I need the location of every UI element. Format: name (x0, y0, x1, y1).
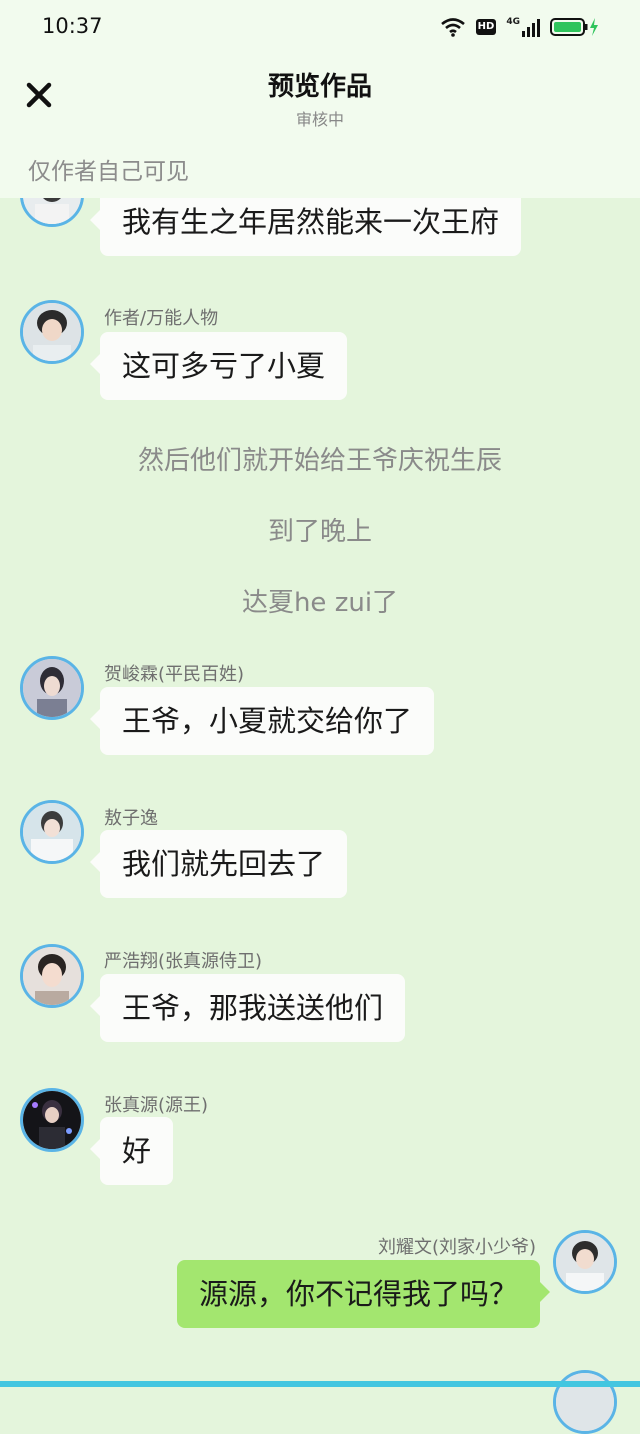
status-icons: HD 4G (440, 16, 600, 38)
avatar[interactable] (20, 1088, 84, 1152)
hd-icon: HD (475, 19, 497, 35)
bottom-progress-bar (0, 1381, 640, 1387)
chat-bubble: 这可多亏了小夏 (89, 332, 348, 400)
visibility-note: 仅作者自己可见 (28, 159, 189, 185)
chat-bubble: 我有生之年居然能来一次王府 (89, 188, 522, 256)
wifi-icon (440, 18, 465, 37)
chat-feed: 我有生之年居然能来一次王府 作者/万能人物 这可多亏了小夏 然后他们就开始给王爷… (0, 0, 640, 1434)
sender-name: 严浩翔(张真源侍卫) (104, 951, 263, 972)
chat-bubble: 源源，你不记得我了吗？ (176, 1260, 551, 1328)
chat-bubble: 王爷，那我送送他们 (89, 974, 406, 1042)
sender-name: 贺峻霖(平民百姓) (104, 664, 245, 685)
avatar[interactable] (20, 944, 84, 1008)
status-time: 10:37 (42, 14, 103, 38)
page-title: 预览作品 (267, 72, 372, 102)
sender-name: 敖子逸 (104, 808, 158, 829)
signal-icon: 4G (506, 17, 540, 37)
chat-bubble: 我们就先回去了 (89, 830, 348, 898)
avatar[interactable] (20, 300, 84, 364)
chat-bubble: 王爷，小夏就交给你了 (89, 687, 435, 755)
avatar[interactable] (20, 800, 84, 864)
avatar[interactable] (553, 1370, 617, 1434)
sender-name: 刘耀文(刘家小少爷) (377, 1237, 536, 1258)
network-label: 4G (506, 17, 520, 27)
review-status: 审核中 (295, 110, 344, 129)
chat-bubble: 好 (89, 1117, 174, 1185)
battery-charging-icon (550, 18, 598, 36)
top-header: 10:37 HD 4G 预览作品 审核中 仅作者自己可见 (0, 0, 640, 198)
avatar[interactable] (20, 656, 84, 720)
narration-text: 然后他们就开始给王爷庆祝生辰 (137, 446, 502, 476)
narration-text: 达夏he zui了 (241, 588, 399, 618)
sender-name: 张真源(源王) (104, 1095, 209, 1116)
sender-name: 作者/万能人物 (104, 308, 219, 329)
narration-text: 到了晚上 (267, 517, 372, 547)
avatar[interactable] (553, 1230, 617, 1294)
